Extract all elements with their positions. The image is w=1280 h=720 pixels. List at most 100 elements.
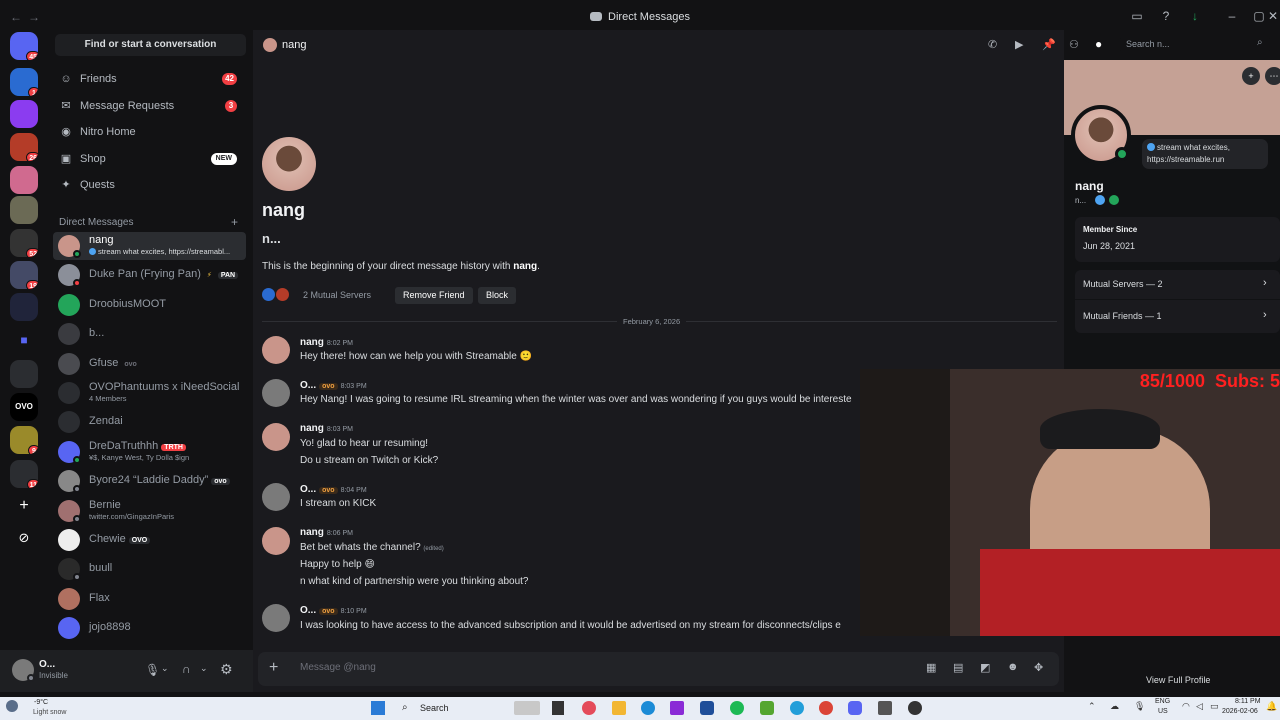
chevron-down-icon[interactable]: ⌄ bbox=[200, 663, 208, 674]
search-input[interactable]: Search n... ⌕ bbox=[1120, 36, 1270, 53]
server-icon[interactable] bbox=[10, 166, 38, 194]
user-profile-icon[interactable]: ● bbox=[1095, 37, 1102, 51]
pin-icon[interactable]: 📌 bbox=[1042, 38, 1056, 51]
home-button[interactable]: 45 bbox=[10, 32, 38, 60]
tray-chevron-icon[interactable]: ⌃ bbox=[1088, 701, 1096, 712]
avatar[interactable] bbox=[262, 336, 290, 364]
server-icon[interactable] bbox=[10, 360, 38, 388]
avatar[interactable] bbox=[262, 423, 290, 451]
mutual-servers-row[interactable]: Mutual Servers — 2 › bbox=[1075, 270, 1280, 299]
tray-app-icon[interactable]: ☁ bbox=[1110, 701, 1119, 712]
avatar[interactable] bbox=[262, 379, 290, 407]
dm-item[interactable]: Chewie OVO bbox=[53, 526, 246, 554]
voice-call-icon[interactable]: ✆ bbox=[988, 38, 997, 51]
obs-icon[interactable] bbox=[908, 701, 922, 715]
clock-time[interactable]: 8:11 PM bbox=[1235, 698, 1261, 705]
avatar[interactable] bbox=[262, 604, 290, 632]
nav-message-requests[interactable]: ✉ Message Requests 3 bbox=[53, 93, 246, 119]
taskbar-app-icon[interactable] bbox=[552, 701, 564, 715]
spotify-icon[interactable] bbox=[730, 701, 744, 715]
inbox-icon[interactable]: ▭ bbox=[1130, 9, 1144, 23]
nav-nitro[interactable]: ◉ Nitro Home bbox=[53, 119, 246, 145]
minimize-icon[interactable]: – bbox=[1225, 9, 1239, 23]
taskbar-app-icon[interactable] bbox=[700, 701, 714, 715]
find-conversation-button[interactable]: Find or start a conversation bbox=[55, 34, 246, 56]
edge-icon[interactable] bbox=[641, 701, 655, 715]
dm-item[interactable]: DroobiusMOOT bbox=[53, 291, 246, 319]
block-button[interactable]: Block bbox=[478, 287, 517, 304]
chrome-icon[interactable] bbox=[819, 701, 833, 715]
mutual-friends-row[interactable]: Mutual Friends — 1 › bbox=[1075, 300, 1280, 333]
windows-start-icon[interactable] bbox=[371, 701, 385, 715]
nav-friends[interactable]: ☺ Friends 42 bbox=[53, 66, 246, 92]
apps-icon[interactable]: ✥ bbox=[1034, 661, 1043, 674]
server-icon[interactable]: 1 bbox=[10, 68, 38, 96]
taskbar-app-icon[interactable] bbox=[582, 701, 596, 715]
video-call-icon[interactable]: ▶ bbox=[1015, 38, 1023, 51]
dm-item[interactable]: buull bbox=[53, 555, 246, 583]
dm-item[interactable]: Byore24 “Laddie Daddy” ovo bbox=[53, 467, 246, 495]
dm-item[interactable]: b... bbox=[53, 320, 246, 348]
server-icon[interactable]: OVO bbox=[10, 393, 38, 421]
battery-icon[interactable]: ▭ bbox=[1210, 701, 1219, 712]
add-friend-icon[interactable]: + bbox=[1242, 67, 1260, 85]
weather-icon[interactable] bbox=[6, 700, 18, 712]
close-icon[interactable]: ✕ bbox=[1266, 9, 1280, 23]
server-icon[interactable] bbox=[10, 100, 38, 128]
server-icon[interactable]: 11 bbox=[10, 460, 38, 488]
help-icon[interactable]: ? bbox=[1159, 9, 1173, 23]
telegram-icon[interactable] bbox=[790, 701, 804, 715]
add-friends-to-dm-icon[interactable]: ⚇ bbox=[1069, 38, 1079, 51]
taskbar-app-icon[interactable] bbox=[514, 701, 540, 715]
taskbar-app-icon[interactable] bbox=[760, 701, 774, 715]
nav-quests[interactable]: ✦ Quests bbox=[53, 172, 246, 198]
dm-item[interactable]: DreDaTruthhh TRTH ¥$, Kanye West, Ty Dolla… bbox=[53, 438, 246, 466]
chevron-down-icon[interactable]: ⌄ bbox=[161, 663, 169, 674]
folder-icon[interactable]: ■ bbox=[10, 326, 38, 354]
server-icon[interactable] bbox=[10, 196, 38, 224]
dm-item[interactable]: jojo8898 bbox=[53, 614, 246, 642]
emoji-icon[interactable]: ☻ bbox=[1007, 661, 1019, 673]
taskbar-app-icon[interactable] bbox=[878, 701, 892, 715]
dm-item[interactable]: Flax bbox=[53, 585, 246, 613]
microphone-icon[interactable]: 🎙 bbox=[145, 663, 160, 677]
taskbar-app-icon[interactable] bbox=[670, 701, 684, 715]
gift-icon[interactable]: ▦ bbox=[926, 661, 936, 674]
gif-icon[interactable]: ▤ bbox=[953, 661, 963, 674]
more-options-icon[interactable]: ⋯ bbox=[1265, 67, 1280, 85]
server-icon[interactable]: 9 bbox=[10, 426, 38, 454]
view-full-profile-link[interactable]: View Full Profile bbox=[1146, 675, 1210, 685]
dm-item[interactable]: Gfuse ovo bbox=[53, 350, 246, 378]
settings-gear-icon[interactable]: ⚙ bbox=[220, 661, 233, 678]
server-icon[interactable]: 19 bbox=[10, 261, 38, 289]
discover-icon[interactable]: ⊘ bbox=[10, 524, 38, 552]
remove-friend-button[interactable]: Remove Friend bbox=[395, 287, 473, 304]
sticker-icon[interactable]: ◩ bbox=[980, 661, 990, 674]
notifications-icon[interactable]: 🔔 bbox=[1266, 701, 1277, 712]
wifi-icon[interactable]: ◠ bbox=[1182, 701, 1190, 712]
microphone-icon[interactable]: 🎙 bbox=[1134, 701, 1145, 712]
dm-item[interactable]: Zendai bbox=[53, 408, 246, 436]
dm-item[interactable]: Bernie twitter.com/GingazInParis bbox=[53, 497, 246, 525]
attach-plus-icon[interactable]: + bbox=[269, 659, 278, 677]
taskbar-search[interactable]: Search bbox=[420, 703, 449, 713]
headphones-icon[interactable]: ∩ bbox=[182, 662, 191, 676]
avatar[interactable] bbox=[262, 483, 290, 511]
add-server-icon[interactable]: + bbox=[10, 492, 38, 520]
mutual-servers-link[interactable]: 2 Mutual Servers bbox=[303, 290, 371, 300]
nav-shop[interactable]: ▣ Shop NEW bbox=[53, 146, 246, 172]
server-icon[interactable]: 26 bbox=[10, 133, 38, 161]
file-explorer-icon[interactable] bbox=[612, 701, 626, 715]
volume-icon[interactable]: ◁ bbox=[1196, 701, 1203, 712]
clock-date[interactable]: 2026-02-06 bbox=[1222, 708, 1258, 715]
dm-item[interactable]: nang stream what excites, https://streama… bbox=[53, 232, 246, 260]
dm-item[interactable]: Duke Pan (Frying Pan) ⚡ PAN bbox=[53, 261, 246, 289]
server-icon[interactable]: 52 bbox=[10, 229, 38, 257]
dm-item[interactable]: OVOPhantuums x iNeedSocial 4 Members bbox=[53, 379, 246, 407]
avatar[interactable] bbox=[262, 527, 290, 555]
message-input[interactable]: Message @nang bbox=[300, 662, 700, 673]
discord-taskbar-icon[interactable] bbox=[848, 701, 862, 715]
create-dm-icon[interactable]: + bbox=[231, 215, 238, 229]
download-icon[interactable]: ↓ bbox=[1188, 9, 1202, 23]
maximize-icon[interactable]: ▢ bbox=[1252, 9, 1266, 23]
